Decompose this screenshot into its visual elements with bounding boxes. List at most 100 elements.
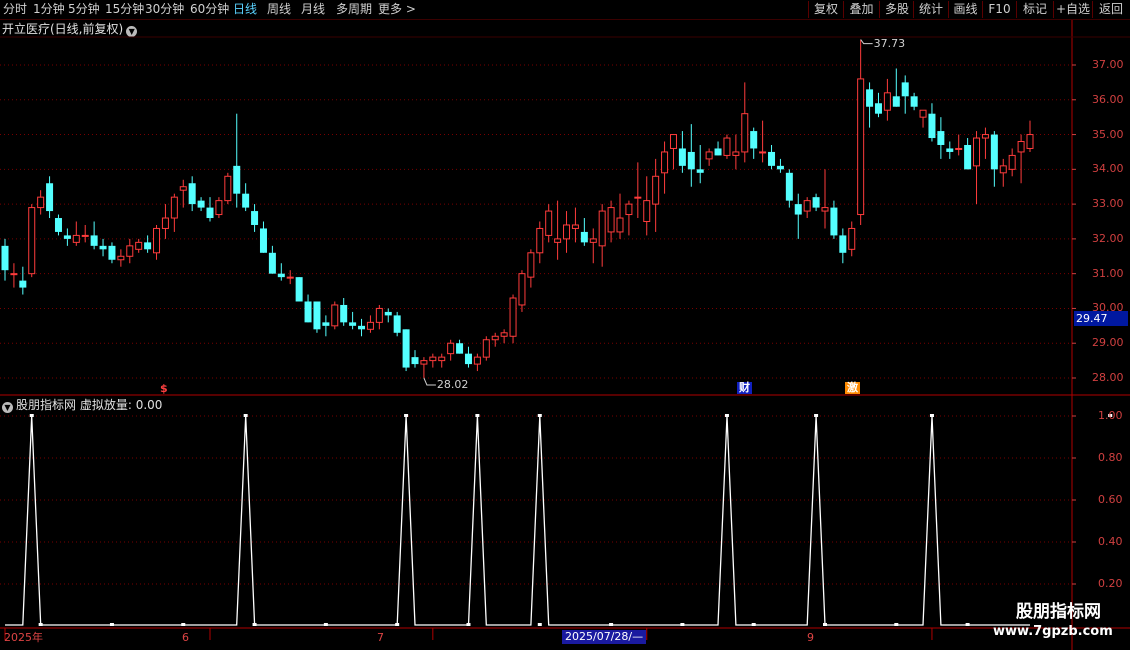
candle-body (741, 113, 749, 153)
candle-body (928, 113, 936, 139)
candle-body (438, 356, 446, 362)
candle-body (607, 207, 615, 233)
high-price-annotation: 37.73 (873, 36, 906, 50)
surge-marker[interactable]: 激 (845, 382, 860, 394)
indicator-axis-label: 0.40 (1098, 535, 1123, 548)
indicator-axis-label: 0.20 (1098, 577, 1123, 590)
indicator-base-dot (680, 623, 685, 626)
candle-body (1, 245, 9, 271)
candle-body (794, 204, 802, 215)
candle-body (215, 200, 223, 216)
indicator-base-dot (466, 623, 471, 626)
candle-body (81, 234, 89, 237)
candle-body (500, 332, 508, 337)
candle-body (456, 343, 464, 354)
candle-body (331, 304, 339, 327)
candle-body (295, 277, 303, 302)
candle-body (447, 342, 455, 355)
candle-body (883, 92, 891, 111)
candle-body (72, 234, 80, 243)
indicator-base-dot (609, 623, 614, 626)
indicator-value: 虚拟放量: 0.00 (79, 398, 163, 412)
candle-body (411, 357, 419, 365)
indicator-base-dot (894, 623, 899, 626)
indicator-peak-dot (929, 414, 934, 417)
indicator-axis-label: 0.80 (1098, 451, 1123, 464)
candle-body (197, 200, 205, 208)
indicator-base-dot (823, 623, 827, 626)
candle-body (678, 148, 686, 166)
price-axis-label: 33.00 (1092, 197, 1124, 211)
candle-body (580, 231, 588, 243)
candle-body (687, 151, 695, 170)
indicator-peak-dot (243, 414, 248, 417)
candle-body (616, 217, 624, 233)
indicator-base-dot (323, 623, 328, 626)
candle-body (170, 196, 178, 219)
candle-body (144, 242, 152, 250)
x-axis-label-7: 7 (377, 631, 384, 644)
watermark-url: www.7gpzb.com (993, 624, 1113, 639)
price-axis-label: 29.00 (1092, 336, 1124, 350)
low-pointer (423, 377, 436, 386)
candle-body (625, 203, 633, 216)
candle-body (999, 165, 1007, 174)
candle-body (491, 335, 499, 341)
indicator-peak-dot (475, 414, 480, 417)
indicator-peak-dot (29, 414, 34, 417)
candle-body (108, 245, 116, 260)
indicator-name: 股朋指标网 (16, 398, 77, 412)
finance-marker[interactable]: 财 (737, 382, 752, 394)
candle-body (349, 322, 357, 326)
candle-body (135, 241, 143, 250)
chevron-down-icon[interactable]: ▼ (2, 402, 13, 413)
candle-body (714, 148, 722, 156)
indicator-peak-dot (724, 414, 729, 417)
candle-body (973, 137, 981, 167)
candle-body (669, 134, 677, 149)
candle-body (981, 134, 989, 139)
candle-body (161, 217, 169, 229)
candle-body (1026, 134, 1034, 149)
candle-body (393, 315, 401, 333)
price-axis-label: 37.00 (1092, 58, 1124, 71)
candle-body (188, 183, 196, 205)
candle-body (153, 227, 161, 254)
candle-body (63, 235, 71, 239)
candle-body (90, 235, 98, 246)
candle-body (723, 137, 731, 156)
candle-body (286, 276, 294, 279)
price-axis-label: 34.00 (1092, 162, 1124, 176)
indicator-base-dot (38, 623, 43, 626)
candle-body (429, 356, 437, 362)
candle-body (964, 144, 972, 170)
indicator-base-dot (181, 623, 186, 626)
candle-body (366, 321, 374, 330)
candle-body (990, 134, 998, 170)
candle-body (661, 151, 669, 174)
candle-body (1017, 141, 1025, 153)
candle-body (527, 252, 535, 278)
candle-body (224, 175, 232, 202)
candle-body (99, 245, 107, 250)
indicator-peak-dot (537, 414, 542, 417)
x-axis-label-9: 9 (807, 631, 814, 644)
candle-body (571, 224, 579, 229)
indicator-axis-label: 0.60 (1098, 493, 1123, 506)
current-price-tag: 29.47 (1074, 311, 1128, 326)
candle-body (402, 329, 410, 368)
candle-body (242, 193, 250, 208)
candle-body (892, 96, 900, 107)
dollar-marker[interactable]: $ (158, 383, 170, 395)
candle-body (206, 207, 214, 219)
candle-body (126, 245, 134, 257)
candle-body (946, 148, 954, 152)
candle-body (1008, 154, 1016, 170)
candle-body (482, 339, 490, 358)
candle-body (821, 207, 829, 212)
candle-body (545, 210, 553, 236)
candle-body (643, 200, 651, 222)
indicator-peak-dot (404, 414, 409, 417)
candle-body (251, 211, 259, 225)
candle-body (830, 207, 838, 236)
